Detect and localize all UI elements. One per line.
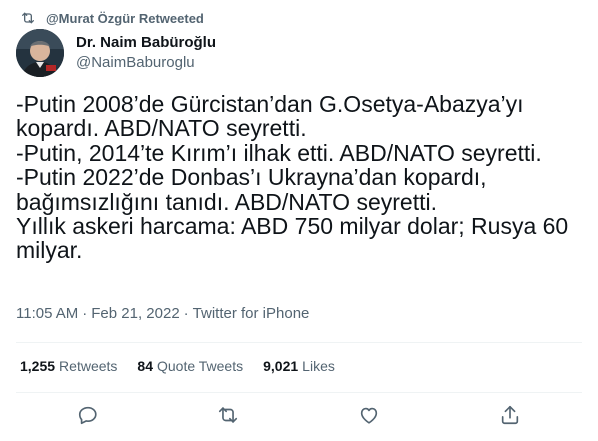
tweet-text: -Putin 2008’de Gürcistan’dan G.Osetya-Ab… <box>16 92 582 263</box>
tweet-line: -Putin 2008’de Gürcistan’dan G.Osetya-Ab… <box>16 91 524 117</box>
retweet-icon <box>217 404 239 431</box>
likes-label: Likes <box>302 358 335 374</box>
quote-tweets-stat[interactable]: 84 Quote Tweets <box>137 358 243 374</box>
avatar[interactable] <box>16 29 64 77</box>
divider <box>16 342 582 343</box>
reply-icon <box>77 404 99 431</box>
tweet-time[interactable]: 11:05 AM <box>16 305 78 322</box>
meta-separator: · <box>82 305 88 322</box>
author-display-name[interactable]: Dr. Naim Babüroğlu <box>76 33 216 53</box>
tweet-line: kopardı. ABD/NATO seyretti. <box>16 115 307 142</box>
like-button[interactable] <box>356 404 382 430</box>
reply-button[interactable] <box>75 404 101 430</box>
tweet-line: Yıllık askeri harcama: ABD 750 milyar do… <box>16 213 569 240</box>
author-block[interactable]: Dr. Naim Babüroğlu @NaimBaburoglu <box>16 29 216 77</box>
share-button[interactable] <box>497 404 523 430</box>
tweet-line: -Putin 2022’de Donbas’ı Ukrayna’dan kopa… <box>16 164 487 191</box>
social-context-text: @Murat Özgür Retweeted <box>46 10 204 26</box>
social-context[interactable]: @Murat Özgür Retweeted <box>20 8 204 28</box>
likes-count: 9,021 <box>263 358 299 374</box>
tweet-line: bağımsızlığını tanıdı. ABD/NATO seyretti… <box>16 188 437 215</box>
tweet-actions <box>0 398 598 436</box>
tweet-source[interactable]: Twitter for iPhone <box>193 305 310 322</box>
tweet-stats: 1,255 Retweets 84 Quote Tweets 9,021 Lik… <box>20 358 335 374</box>
tweet-line: -Putin, 2014’te Kırım’ı ilhak etti. ABD/… <box>16 139 542 166</box>
tweet-meta: 11:05 AM · Feb 21, 2022 · Twitter for iP… <box>16 305 309 322</box>
like-icon <box>358 404 380 431</box>
divider <box>16 392 582 393</box>
quote-tweets-label: Quote Tweets <box>156 358 244 374</box>
share-icon <box>499 404 521 431</box>
retweet-button[interactable] <box>215 404 241 430</box>
author-handle[interactable]: @NaimBaburoglu <box>76 53 216 73</box>
retweets-count: 1,255 <box>20 358 56 374</box>
tweet-line: milyar. <box>16 237 83 264</box>
tweet-date[interactable]: Feb 21, 2022 <box>91 305 179 322</box>
likes-stat[interactable]: 9,021 Likes <box>263 358 335 374</box>
quote-tweets-count: 84 <box>137 358 153 374</box>
retweet-icon <box>20 10 36 26</box>
meta-separator: · <box>183 305 189 322</box>
retweets-stat[interactable]: 1,255 Retweets <box>20 358 117 374</box>
retweets-label: Retweets <box>59 358 118 374</box>
